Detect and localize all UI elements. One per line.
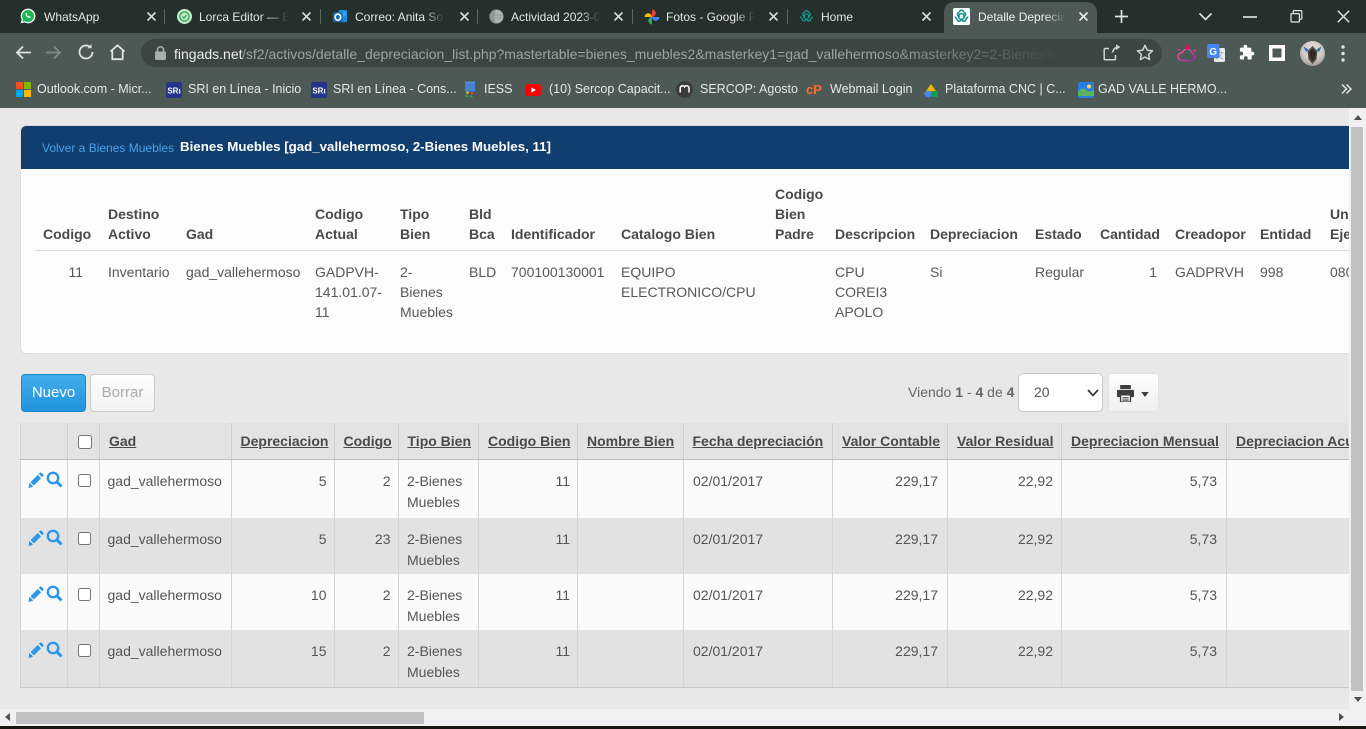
svg-text:cP: cP: [806, 82, 822, 97]
svg-text:SRı: SRı: [312, 87, 325, 96]
svg-text:G: G: [1209, 47, 1217, 58]
svg-text:SRı: SRı: [167, 87, 180, 96]
